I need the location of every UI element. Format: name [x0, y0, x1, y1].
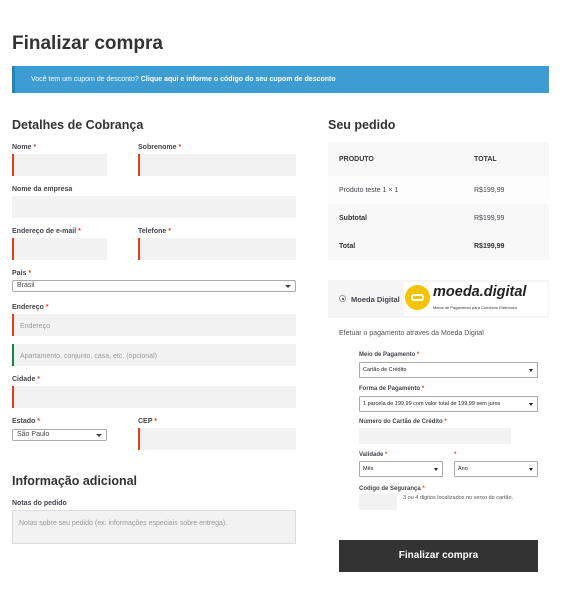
subtotal-label: Subtotal — [339, 215, 367, 222]
first-name-input[interactable] — [12, 154, 107, 176]
security-code-label: Codigo de Segurança * — [359, 486, 425, 492]
address-label: Endereço * — [12, 304, 49, 311]
chevron-down-icon — [529, 369, 533, 372]
address-2-input[interactable]: Apartamento, conjunto, casa, etc. (opcio… — [12, 344, 296, 366]
subtotal-row: Subtotal R$199,99 — [328, 204, 549, 232]
last-name-input[interactable] — [138, 154, 296, 176]
card-number-input[interactable] — [359, 428, 511, 444]
company-label: Nome da empresa — [12, 186, 73, 193]
logo-tagline: Meios de Pagamento para Comércio Eletrôn… — [433, 305, 518, 310]
coin-icon — [405, 285, 430, 310]
address-input[interactable]: Endereço — [12, 314, 296, 336]
billing-heading: Detalhes de Cobrança — [12, 118, 144, 132]
place-order-button[interactable]: Finalizar compra — [339, 540, 538, 572]
validade-mes-select[interactable]: Mês — [359, 461, 443, 477]
state-label: Estado * — [12, 418, 41, 425]
additional-info-heading: Informação adicional — [12, 474, 138, 488]
forma-pagamento-select[interactable]: 1 parcela de 199,99 com valor total de 1… — [359, 396, 538, 412]
product-name: Produto teste 1 × 1 — [339, 187, 399, 194]
forma-pagamento-label: Forma de Pagamento * — [359, 386, 425, 392]
order-table-header: PRODUTO TOTAL — [328, 142, 549, 176]
meio-pagamento-label: Meio de Pagamento * — [359, 352, 420, 358]
payment-method-radio[interactable] — [339, 295, 346, 302]
chevron-down-icon — [285, 285, 291, 288]
validade-label: Validade * — [359, 452, 388, 458]
ano-required-mark: * — [454, 452, 457, 458]
forma-pagamento-value: 1 parcela de 199,99 com valor total de 1… — [363, 401, 501, 407]
meio-pagamento-value: Cartão de Crédito — [363, 367, 407, 373]
card-number-label: Número do Cartão de Crédito * — [359, 419, 447, 425]
country-select-value: Brasil — [17, 282, 35, 289]
order-heading: Seu pedido — [328, 118, 396, 132]
moeda-digital-logo: moeda.digital Meios de Pagamento para Co… — [404, 282, 548, 316]
meio-pagamento-select[interactable]: Cartão de Crédito — [359, 362, 538, 378]
country-label: País * — [12, 270, 32, 277]
city-input[interactable] — [12, 386, 296, 408]
security-code-help: 3 ou 4 digitos localizados no verso do c… — [403, 495, 514, 501]
coupon-notice-text: Você tem um cupom de desconto? — [31, 76, 139, 83]
chevron-down-icon — [434, 468, 438, 471]
total-value: R$199,99 — [474, 243, 505, 250]
chevron-down-icon — [529, 403, 533, 406]
subtotal-value: R$199,99 — [474, 215, 505, 222]
validade-ano-value: Ano — [458, 466, 468, 472]
coupon-notice: Você tem um cupom de desconto? Clique aq… — [12, 66, 549, 93]
country-select[interactable]: Brasil — [12, 280, 296, 292]
order-notes-label: Notas do pedido — [12, 500, 67, 507]
city-label: Cidade * — [12, 376, 41, 383]
chevron-down-icon — [529, 468, 533, 471]
total-label: Total — [339, 243, 356, 250]
phone-input[interactable] — [138, 238, 296, 260]
col-total-header: TOTAL — [474, 156, 497, 163]
company-input[interactable] — [12, 196, 296, 218]
chevron-down-icon — [96, 434, 102, 437]
last-name-label: Sobrenome * — [138, 144, 182, 151]
cep-input[interactable] — [138, 428, 296, 450]
state-select-value: São Paulo — [17, 431, 50, 438]
email-label: Endereço de e-mail * — [12, 228, 81, 235]
email-input[interactable] — [12, 238, 107, 260]
payment-description: Efetuar o pagamento atraves da Moeda Dig… — [339, 330, 484, 337]
state-select[interactable]: São Paulo — [12, 429, 107, 441]
logo-text: moeda.digital — [433, 284, 527, 300]
order-item-row: Produto teste 1 × 1 R$199,99 — [328, 176, 549, 204]
security-code-input[interactable] — [359, 494, 397, 510]
cep-label: CEP * — [138, 418, 157, 425]
first-name-label: Nome * — [12, 144, 37, 151]
phone-label: Telefone * — [138, 228, 171, 235]
validade-ano-select[interactable]: Ano — [454, 461, 538, 477]
coupon-link[interactable]: Clique aqui e informe o código do seu cu… — [141, 76, 336, 83]
page-title: Finalizar compra — [12, 33, 163, 54]
total-row: Total R$199,99 — [328, 232, 549, 260]
order-notes-textarea[interactable]: Notas sobre seu pedido (ex: informações … — [12, 510, 296, 544]
validade-mes-value: Mês — [363, 466, 374, 472]
product-total: R$199,99 — [474, 187, 505, 194]
col-product-header: PRODUTO — [339, 156, 374, 163]
payment-method-label[interactable]: Moeda Digital — [351, 295, 400, 304]
